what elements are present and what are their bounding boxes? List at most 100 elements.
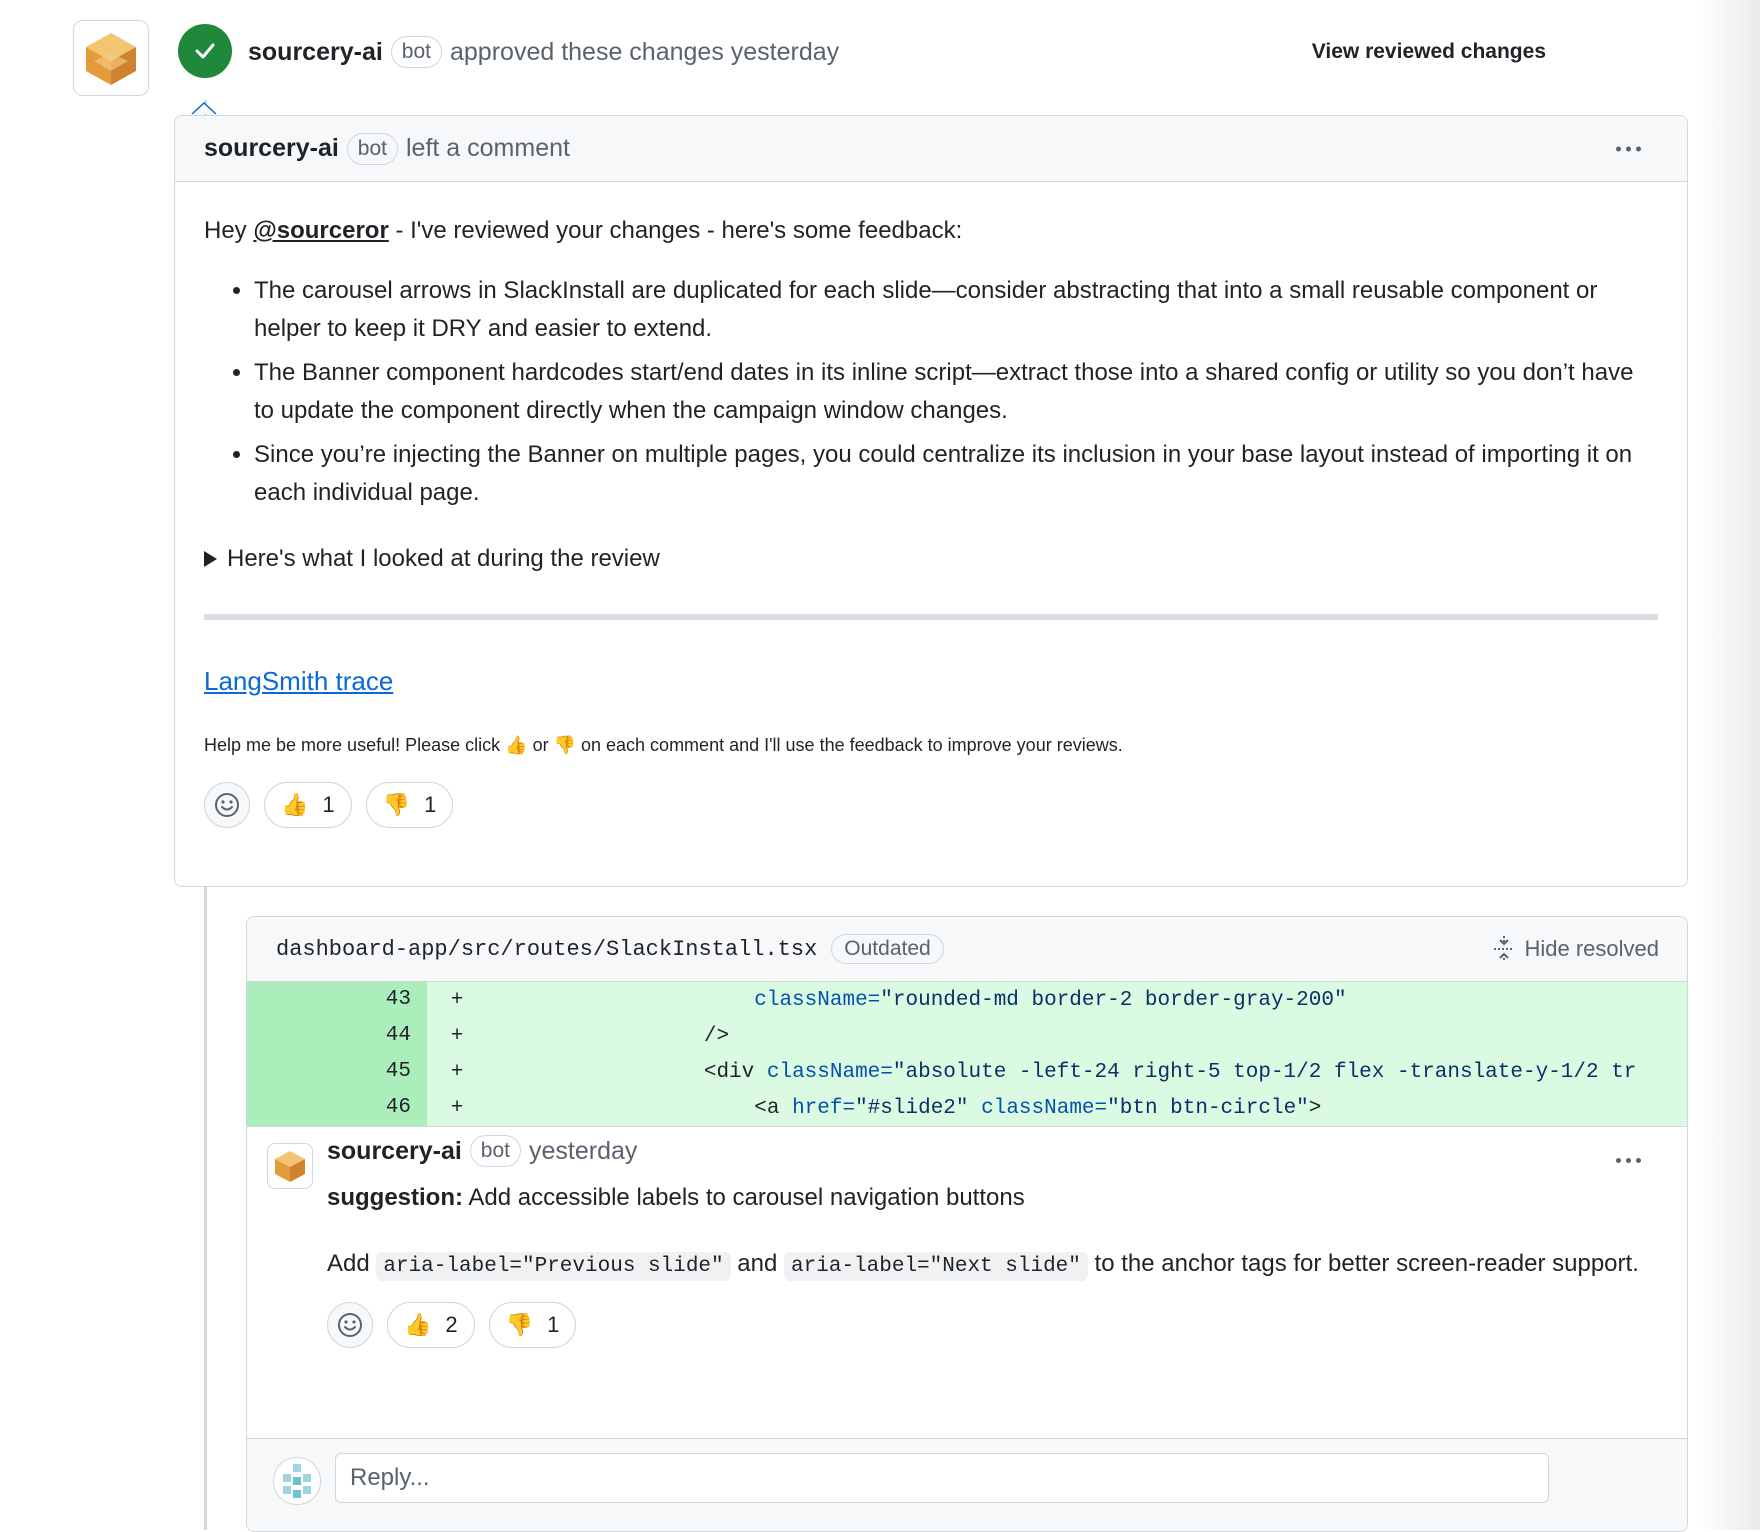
feedback-list: The carousel arrows in SlackInstall are …	[204, 272, 1658, 512]
review-thread: dashboard-app/src/routes/SlackInstall.ts…	[246, 916, 1688, 1532]
feedback-item: Since you’re injecting the Banner on mul…	[254, 436, 1658, 512]
reply-reactions: 👍 2 👎 1	[327, 1302, 1647, 1348]
note-after: on each comment and I'll use the feedbac…	[576, 735, 1123, 755]
thumbs-up-reaction-button[interactable]: 👍 1	[264, 782, 352, 828]
body-mid: and	[730, 1250, 785, 1277]
add-reaction-smiley-icon[interactable]	[204, 782, 250, 828]
bot-badge: bot	[346, 132, 398, 165]
feedback-note: Help me be more useful! Please click 👍 o…	[204, 732, 1658, 758]
thumbs-up-count: 2	[445, 1312, 458, 1337]
langsmith-trace-link[interactable]: LangSmith trace	[204, 662, 393, 700]
add-reaction-smiley-icon[interactable]	[327, 1302, 373, 1348]
code-token: "absolute -left-24 right-5 top-1/2 flex …	[892, 1060, 1637, 1084]
comment-options-kebab-icon[interactable]	[1616, 146, 1641, 151]
reply-header: sourcery-ai bot yesterday	[327, 1135, 637, 1167]
thumbs-up-count: 1	[322, 792, 335, 817]
approved-check-icon	[178, 24, 232, 78]
reply-author-link[interactable]: sourcery-ai	[327, 1137, 462, 1166]
file-header: dashboard-app/src/routes/SlackInstall.ts…	[247, 917, 1687, 982]
thumbs-down-count: 1	[547, 1312, 560, 1337]
code-line: <a href="#slide2" className="btn btn-cir…	[477, 1097, 1687, 1120]
comment-header: sourcery-ai bot left a comment	[175, 116, 1687, 182]
thumbs-down-count: 1	[424, 792, 437, 817]
reply-options-kebab-icon[interactable]	[1616, 1158, 1641, 1163]
suggestion-title: suggestion: Add accessible labels to car…	[327, 1179, 1647, 1217]
review-comment: sourcery-ai bot left a comment Hey @sour…	[174, 115, 1688, 887]
comment-action-text: left a comment	[406, 134, 570, 162]
body-suffix: to the anchor tags for better screen-rea…	[1087, 1250, 1639, 1277]
greeting-prefix: Hey	[204, 217, 254, 244]
suggestion-title-text: Add accessible labels to carousel naviga…	[463, 1184, 1025, 1211]
hide-resolved-label: Hide resolved	[1524, 936, 1659, 961]
code-token: />	[703, 1024, 730, 1048]
reply-body: suggestion: Add accessible labels to car…	[327, 1179, 1647, 1348]
code-token: "btn btn-circle"	[1107, 1096, 1309, 1120]
view-reviewed-changes-link[interactable]: View reviewed changes	[1312, 40, 1546, 64]
outdated-badge: Outdated	[831, 934, 944, 964]
review-action-text: approved these changes yesterday	[450, 37, 840, 66]
review-author-link[interactable]: sourcery-ai	[248, 38, 383, 67]
unfold-icon	[1494, 936, 1515, 962]
code-token: "rounded-md border-2 border-gray-200"	[880, 988, 1347, 1012]
file-path-link[interactable]: dashboard-app/src/routes/SlackInstall.ts…	[276, 937, 817, 962]
details-summary: Here's what I looked at during the revie…	[227, 545, 660, 572]
diff-sign: +	[450, 1024, 464, 1048]
greeting-suffix: - I've reviewed your changes - here's so…	[388, 217, 963, 244]
note-before: Help me be more useful! Please click	[204, 735, 506, 755]
reply-bar: Reply...	[247, 1438, 1687, 1531]
line-number[interactable]: 44	[247, 1018, 427, 1054]
diff-line: 43 + className="rounded-md border-2 borde…	[247, 982, 1687, 1018]
review-header: sourcery-ai bot approved these changes y…	[248, 36, 839, 68]
diff-line: 45 + <div className="absolute -left-24 ri…	[247, 1054, 1687, 1090]
code-line: />	[477, 1025, 1687, 1048]
scroll-edge-shadow	[1700, 0, 1760, 1530]
comment-caret	[191, 101, 217, 115]
user-identicon[interactable]	[273, 1457, 321, 1505]
hide-resolved-button[interactable]: Hide resolved	[1492, 935, 1659, 963]
code-token: "#slide2"	[855, 1096, 982, 1120]
thumbs-up-reaction-button[interactable]: 👍 2	[387, 1302, 475, 1348]
suggestion-label: suggestion:	[327, 1184, 463, 1211]
feedback-item: The Banner component hardcodes start/end…	[254, 354, 1658, 430]
comment-author-link[interactable]: sourcery-ai	[204, 134, 339, 163]
code-line: <div className="absolute -left-24 right-…	[477, 1061, 1687, 1084]
reply-input[interactable]: Reply...	[335, 1453, 1549, 1503]
thumbs-down-reaction-button[interactable]: 👎 1	[365, 782, 454, 828]
line-number[interactable]: 43	[247, 982, 427, 1018]
line-number[interactable]: 45	[247, 1054, 427, 1090]
body-prefix: Add	[327, 1250, 377, 1277]
feedback-item: The carousel arrows in SlackInstall are …	[254, 272, 1658, 348]
diff-line: 44 + />	[247, 1018, 1687, 1054]
note-middle: or	[527, 735, 554, 755]
thumbs-up-icon: 👍	[404, 1312, 432, 1337]
thumbs-down-reaction-button[interactable]: 👎 1	[488, 1302, 577, 1348]
reply-timestamp[interactable]: yesterday	[529, 1137, 637, 1166]
thumbs-down-icon: 👎	[505, 1312, 534, 1337]
diff-divider	[247, 1126, 1687, 1127]
comment-body: Hey @sourceror - I've reviewed your chan…	[175, 212, 1687, 828]
sourcery-avatar[interactable]	[267, 1143, 313, 1189]
comment-reactions: 👍 1 👎 1	[204, 782, 1658, 828]
thumbs-up-icon: 👍	[505, 735, 528, 755]
diff-line: 46 + <a href="#slide2" className="btn btn…	[247, 1090, 1687, 1126]
inline-code: aria-label="Previous slide"	[376, 1252, 731, 1281]
divider	[204, 614, 1658, 620]
bot-badge: bot	[390, 36, 442, 68]
diff-sign: +	[450, 988, 464, 1012]
thumbs-up-icon: 👍	[281, 792, 309, 817]
review-details-toggle[interactable]: Here's what I looked at during the revie…	[204, 540, 1658, 578]
sourcery-avatar[interactable]	[73, 20, 149, 96]
mention-link[interactable]: @sourceror	[253, 217, 388, 244]
diff-sign: +	[450, 1060, 464, 1084]
code-token: className=	[754, 988, 881, 1012]
code-token: <div	[703, 1060, 767, 1084]
code-token: href=	[792, 1096, 856, 1120]
pr-conversation: sourcery-ai bot approved these changes y…	[0, 0, 1760, 1532]
diff-hunk: 43 + className="rounded-md border-2 borde…	[247, 982, 1687, 1126]
code-line: className="rounded-md border-2 border-gr…	[477, 989, 1687, 1012]
suggestion-detail: Add aria-label="Previous slide" and aria…	[327, 1245, 1647, 1286]
line-number[interactable]: 46	[247, 1090, 427, 1126]
